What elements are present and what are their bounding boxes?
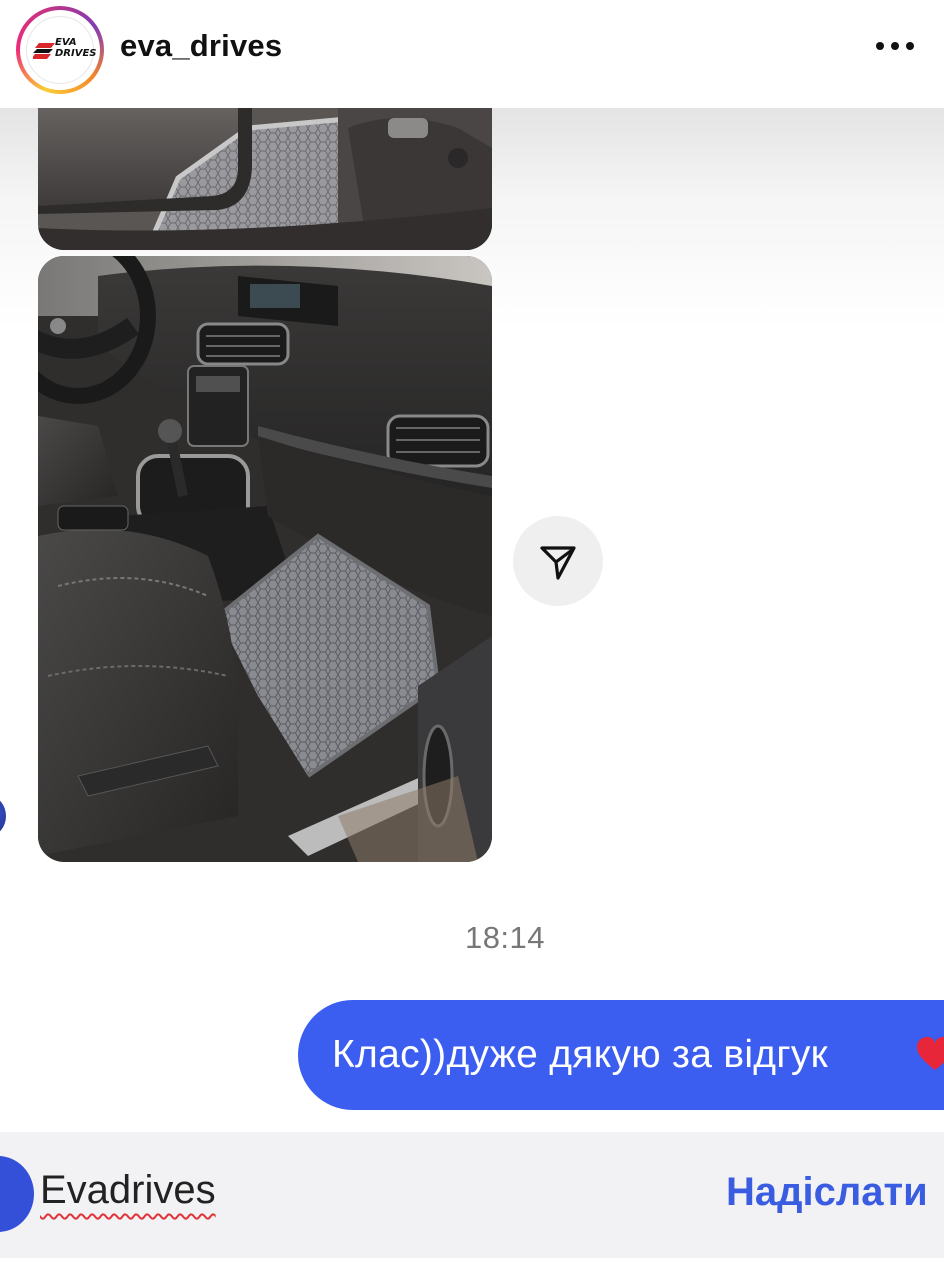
message-composer: Evadrives Надіслати (0, 1132, 944, 1258)
more-horizontal-icon[interactable] (874, 40, 914, 52)
message-thread[interactable]: 18:14 Клас))дуже дякую за відгук (0, 108, 944, 1132)
profile-avatar[interactable]: EVA DRIVES (16, 6, 104, 94)
logo-text-top: EVA (55, 37, 77, 48)
bottom-safe-area (0, 1258, 944, 1280)
message-text: Клас))дуже дякую за відгук (332, 1033, 829, 1076)
logo-stripes-icon (33, 43, 55, 59)
share-button[interactable] (513, 516, 603, 606)
chat-username[interactable]: eva_drives (120, 28, 282, 64)
logo-text-bottom: DRIVES (55, 48, 97, 59)
my-avatar (0, 1156, 34, 1232)
message-photo[interactable] (38, 108, 492, 250)
message-input[interactable]: Evadrives (40, 1168, 216, 1213)
eva-drives-logo: EVA DRIVES (26, 16, 97, 84)
car-interior-photo (38, 256, 492, 862)
sender-avatar[interactable] (0, 796, 6, 836)
message-timestamp: 18:14 (464, 920, 546, 955)
red-heart-emoji-icon (917, 1037, 944, 1070)
car-mat-photo (38, 108, 492, 250)
paper-plane-icon (540, 546, 576, 580)
send-button[interactable]: Надіслати (726, 1170, 928, 1215)
outgoing-message-bubble[interactable]: Клас))дуже дякую за відгук (298, 1000, 944, 1110)
message-photo[interactable] (38, 256, 492, 862)
chat-header: EVA DRIVES eva_drives (0, 0, 944, 108)
